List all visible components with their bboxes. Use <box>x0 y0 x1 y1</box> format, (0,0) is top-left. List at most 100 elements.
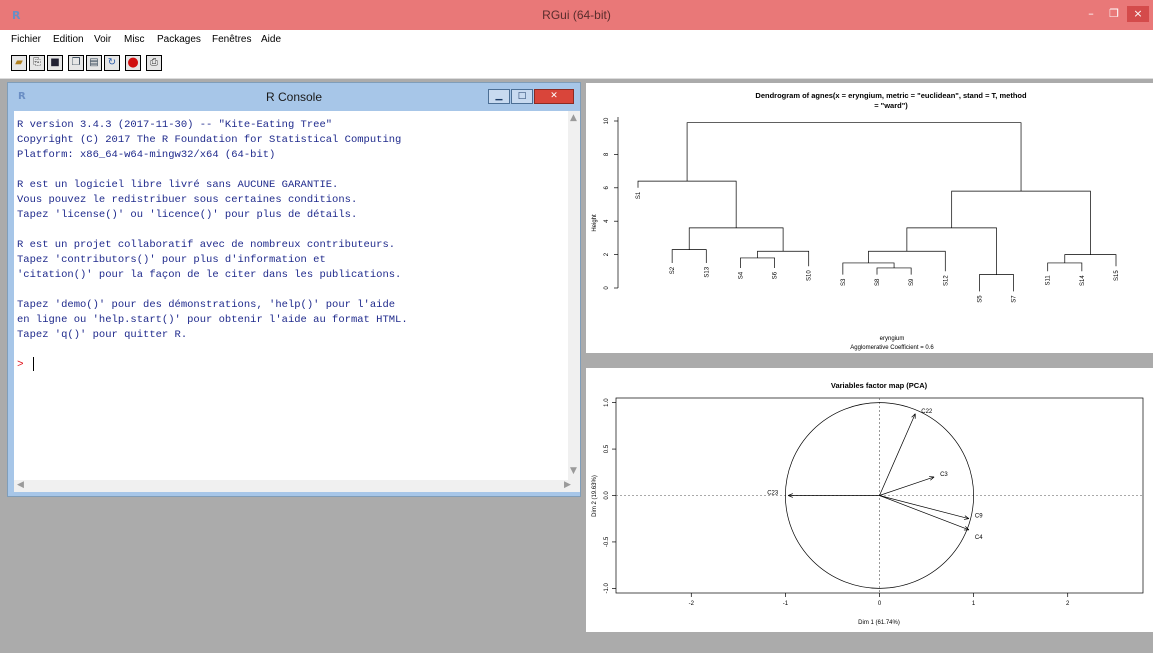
menu-edition[interactable]: Edition <box>53 34 84 45</box>
dendrogram-leaf-label: S7 <box>1012 295 1018 303</box>
dendrogram-branch <box>951 190 1091 255</box>
pca-variable-arrows: C22 C3 C9 C4 C23 <box>767 409 983 541</box>
console-close-button[interactable]: ✕ <box>534 89 574 104</box>
pca-arrow <box>879 495 970 531</box>
pca-arrow <box>879 413 916 496</box>
dendrogram-plot-window[interactable]: Dendrogram of agnes(x = eryngium, metric… <box>586 83 1153 353</box>
dendrogram-leaf-label: S4 <box>738 271 744 279</box>
close-button[interactable]: × <box>1127 6 1149 22</box>
pca-x-tick-label: 1 <box>972 601 976 607</box>
dendrogram-leaf-label: S10 <box>807 270 813 281</box>
dendrogram-branch <box>671 249 707 263</box>
dendrogram-leaf-label: S14 <box>1080 275 1086 286</box>
horizontal-scrollbar[interactable]: ◀ ▶ <box>14 480 580 492</box>
dendrogram-y-tick-label: 8 <box>604 152 610 156</box>
dendrogram-leaf-label: S6 <box>773 271 779 279</box>
pca-x-tick-label: -1 <box>783 601 789 607</box>
pca-y-tick-label: 0.0 <box>604 491 610 500</box>
dendrogram-y-tick-label: 10 <box>604 117 610 124</box>
dendrogram-y-tick-label: 2 <box>604 252 610 256</box>
dendrogram-branch <box>686 122 1022 192</box>
pca-arrow-label: C22 <box>921 409 933 415</box>
dendrogram-leaf-label: S1 <box>636 191 642 199</box>
dendrogram-leaf-label: S11 <box>1046 275 1052 286</box>
open-script-icon[interactable]: ▰ <box>11 55 27 71</box>
pca-plot-window[interactable]: Variables factor map (PCA) -2 -1 0 1 2 -1.0 -0… <box>586 368 1153 632</box>
scroll-up-icon[interactable]: ▲ <box>570 113 577 123</box>
dendrogram-y-ticks: 0 2 4 6 8 10 <box>604 117 618 290</box>
pca-axes: -2 -1 0 1 2 -1.0 -0.5 0.0 0.5 1.0 <box>604 398 1143 607</box>
console-minimize-button[interactable]: ▁ <box>488 89 510 104</box>
dendrogram-leaf-label: S5 <box>977 295 983 303</box>
dendrogram-branch <box>842 262 895 275</box>
menu-fichier[interactable]: Fichier <box>11 34 41 45</box>
toolbar: ▰ ⎘ ■ ❐ ▤ ↻ ● ⎙ <box>0 50 1153 79</box>
title-bar[interactable]: R RGui (64-bit) – ❐ × <box>0 0 1153 30</box>
dendrogram-branch <box>1047 262 1083 272</box>
console-prompt: > <box>17 359 24 371</box>
pca-arrow-label: C3 <box>940 472 948 478</box>
menu-misc[interactable]: Misc <box>124 34 145 45</box>
pca-y-tick-label: 0.5 <box>604 444 610 453</box>
dendrogram-y-tick-label: 0 <box>604 286 610 290</box>
dendrogram-leaf-label: S13 <box>704 266 710 277</box>
dendrogram-leaf-labels: S1 S2 S13 S4 S6 S10 S3 S8 S9 S12 S5 S7 S11 S14 S15 <box>636 191 1120 303</box>
dendrogram-title-line1: Dendrogram of agnes(x = eryngium, metric… <box>755 91 1027 100</box>
scroll-right-icon[interactable]: ▶ <box>564 480 571 490</box>
pca-y-tick-label: 1.0 <box>604 398 610 407</box>
dendrogram-x-label: eryngium <box>880 336 905 342</box>
console-maximize-button[interactable]: □ <box>511 89 533 104</box>
dendrogram-subtitle: Agglomerative Coefficient = 0.6 <box>850 345 934 351</box>
pca-arrow-label: C4 <box>975 535 983 541</box>
dendrogram-branch <box>876 267 912 275</box>
menu-fenetres[interactable]: Fenêtres <box>212 34 251 45</box>
pca-chart: Variables factor map (PCA) -2 -1 0 1 2 -1.0 -0… <box>592 381 1144 626</box>
pca-y-label: Dim 2 (19.63%) <box>592 475 598 517</box>
dendrogram-leaf-label: S12 <box>943 275 949 286</box>
menu-voir[interactable]: Voir <box>94 34 111 45</box>
save-workspace-icon[interactable]: ■ <box>47 55 63 71</box>
dendrogram-chart: Dendrogram of agnes(x = eryngium, metric… <box>592 91 1120 351</box>
dendrogram-leaf-label: S3 <box>841 278 847 286</box>
vertical-scrollbar[interactable]: ▲ ▼ <box>568 111 580 480</box>
dendrogram-y-label: Height <box>592 214 598 232</box>
pca-y-tick-label: -1.0 <box>604 583 610 594</box>
r-console-icon: R <box>18 91 26 102</box>
pca-arrow-label: C9 <box>975 514 983 520</box>
copy-paste-icon[interactable]: ↻ <box>104 55 120 71</box>
dendrogram-y-tick-label: 6 <box>604 185 610 189</box>
pca-x-tick-label: -2 <box>689 601 695 607</box>
console-output[interactable]: R version 3.4.3 (2017-11-30) -- "Kite-Ea… <box>14 111 574 480</box>
copy-icon[interactable]: ❐ <box>68 55 84 71</box>
dendrogram-branch <box>757 250 810 267</box>
dendrogram-branch <box>740 257 775 268</box>
paste-icon[interactable]: ▤ <box>86 55 102 71</box>
dendrogram-leaf-label: S15 <box>1114 270 1120 281</box>
dendrogram-branch <box>637 180 737 228</box>
menu-aide[interactable]: Aide <box>261 34 281 45</box>
dendrogram-title-line2: = "ward") <box>874 101 908 110</box>
scroll-left-icon[interactable]: ◀ <box>17 480 24 490</box>
pca-x-tick-label: 0 <box>878 601 882 607</box>
dendrogram-branch <box>979 274 1014 292</box>
pca-arrow <box>879 476 935 496</box>
scroll-down-icon[interactable]: ▼ <box>570 466 577 476</box>
text-cursor <box>33 357 34 371</box>
dendrogram-leaf-label: S9 <box>909 278 915 286</box>
restore-button[interactable]: ❐ <box>1101 6 1127 22</box>
pca-x-label: Dim 1 (61.74%) <box>858 620 900 626</box>
load-workspace-icon[interactable]: ⎘ <box>29 55 45 71</box>
pca-title: Variables factor map (PCA) <box>831 381 928 390</box>
dendrogram-branch <box>688 227 784 252</box>
window-title: RGui (64-bit) <box>542 8 611 22</box>
dendrogram-tree <box>637 122 1117 292</box>
stop-icon[interactable]: ● <box>125 55 141 71</box>
pca-arrow <box>879 495 969 520</box>
pca-y-tick-label: -0.5 <box>604 536 610 547</box>
pca-arrow-label: C23 <box>767 491 779 497</box>
menu-bar: Fichier Edition Voir Misc Packages Fenêt… <box>0 30 1153 50</box>
console-window[interactable]: R Console R ▁ □ ✕ R version 3.4.3 (2017-… <box>7 82 581 497</box>
dendrogram-leaf-label: S8 <box>875 278 881 286</box>
menu-packages[interactable]: Packages <box>157 34 201 45</box>
print-icon[interactable]: ⎙ <box>146 55 162 71</box>
